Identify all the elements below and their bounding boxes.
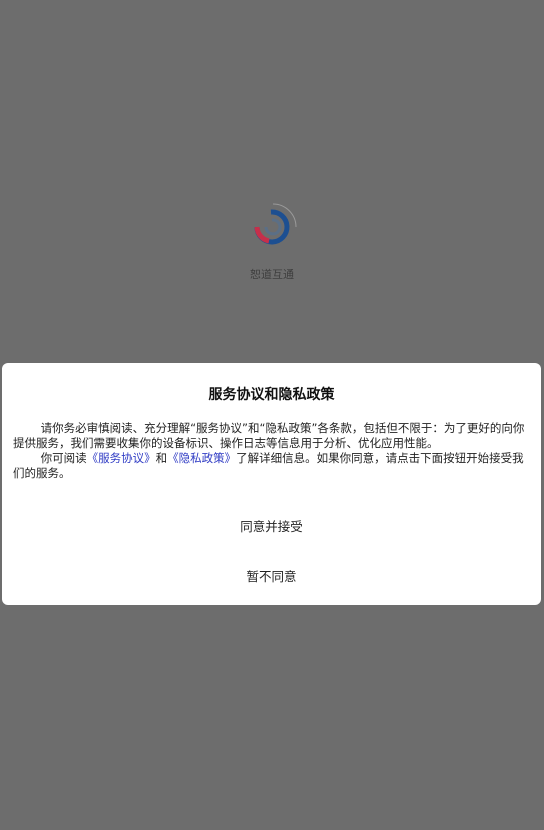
paragraph2-prefix: 你可阅读 — [40, 451, 87, 465]
policy-links-paragraph: 你可阅读《服务协议》和《隐私政策》了解详细信息。如果你同意，请点击下面按钮开始接… — [13, 451, 526, 481]
agree-button[interactable]: 同意并接受 — [2, 516, 541, 535]
and-text: 和 — [155, 451, 168, 465]
disagree-button[interactable]: 暂不同意 — [2, 566, 541, 585]
privacy-policy-link[interactable]: 《隐私政策》 — [167, 451, 236, 465]
service-agreement-link[interactable]: 《服务协议》 — [87, 451, 156, 465]
privacy-consent-dialog: 服务协议和隐私政策 请你务必审慎阅读、充分理解“服务协议”和“隐私政策”各条款，… — [2, 363, 541, 605]
dialog-title: 服务协议和隐私政策 — [208, 387, 335, 403]
app-logo-icon — [254, 203, 297, 245]
splash-app-name: 恕道互通 — [250, 268, 294, 281]
dialog-body: 请你务必审慎阅读、充分理解“服务协议”和“隐私政策”各条款，包括但不限于：为了更… — [13, 421, 526, 481]
consent-paragraph: 请你务必审慎阅读、充分理解“服务协议”和“隐私政策”各条款，包括但不限于：为了更… — [13, 421, 525, 450]
